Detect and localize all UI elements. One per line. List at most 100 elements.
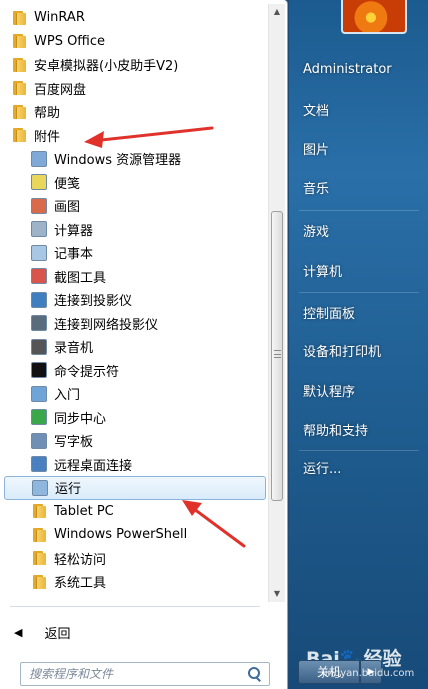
explorer-icon [30, 150, 48, 168]
program-label: 同步中心 [54, 411, 107, 427]
program-item[interactable]: 画图 [0, 194, 268, 218]
program-label: WPS Office [34, 33, 106, 49]
program-label: 录音机 [54, 341, 94, 357]
folder-icon [10, 56, 28, 74]
places-item[interactable]: 文档 [303, 100, 329, 119]
run-icon [31, 479, 49, 497]
paint-icon [30, 197, 48, 215]
user-name-link[interactable]: Administrator [303, 62, 392, 77]
getting-started-icon [30, 385, 48, 403]
divider [10, 606, 260, 607]
places-item[interactable]: 控制面板 [303, 303, 355, 322]
search-input[interactable] [21, 667, 245, 681]
program-folder[interactable]: 百度网盘 [0, 77, 268, 101]
scroll-up-arrow-icon[interactable]: ▲ [269, 4, 285, 20]
folder-icon [10, 103, 28, 121]
program-item[interactable]: 录音机 [0, 335, 268, 359]
user-avatar[interactable] [341, 0, 407, 34]
back-label: 返回 [44, 626, 71, 642]
program-label: 命令提示符 [54, 364, 120, 380]
back-arrow-icon: ◀ [14, 625, 23, 639]
program-label: 入门 [54, 388, 81, 404]
program-subfolder[interactable]: 系统工具 [0, 570, 268, 594]
program-folder[interactable]: WPS Office [0, 30, 268, 54]
program-subfolder[interactable]: Windows PowerShell [0, 523, 268, 547]
program-folder[interactable]: 帮助 [0, 100, 268, 124]
program-label: WinRAR [34, 10, 85, 26]
program-label: 安卓模拟器(小皮助手V2) [34, 59, 179, 75]
programs-panel: WinRAR WPS Office 安卓模拟器(小皮助手V2) 百度网盘帮助附件 Win… [0, 0, 288, 689]
places-item[interactable]: 默认程序 [303, 381, 355, 400]
search-box[interactable] [20, 662, 270, 686]
program-item[interactable]: 连接到网络投影仪 [0, 312, 268, 336]
program-label: Tablet PC [54, 503, 114, 519]
places-separator [299, 450, 419, 451]
program-item[interactable]: 入门 [0, 382, 268, 406]
folder-icon [10, 32, 28, 50]
program-item[interactable]: 连接到投影仪 [0, 288, 268, 312]
folder-icon [10, 79, 28, 97]
folder-icon [30, 502, 48, 520]
search-icon[interactable] [245, 665, 263, 683]
folder-icon [10, 126, 28, 144]
program-label: 系统工具 [54, 576, 107, 592]
program-item[interactable]: 便笺 [0, 171, 268, 195]
program-folder[interactable]: 附件 [0, 124, 268, 148]
places-panel: Administrator 文档图片音乐游戏计算机控制面板设备和打印机 默认程序帮助… [289, 0, 428, 689]
back-button[interactable]: ◀ 返回 [14, 620, 70, 644]
notepad-icon [30, 244, 48, 262]
places-item[interactable]: 音乐 [303, 178, 329, 197]
calculator-icon [30, 220, 48, 238]
folder-icon [10, 9, 28, 27]
program-item[interactable]: 同步中心 [0, 406, 268, 430]
programs-scrollbar[interactable]: ▲ ▼ [268, 4, 285, 602]
program-item[interactable]: 远程桌面连接 [0, 453, 268, 477]
remote-desktop-icon [30, 455, 48, 473]
program-item-run[interactable]: 运行 [4, 476, 266, 500]
program-label: 截图工具 [54, 270, 107, 286]
sound-recorder-icon [30, 338, 48, 356]
sticky-notes-icon [30, 173, 48, 191]
wordpad-icon [30, 432, 48, 450]
scroll-down-arrow-icon[interactable]: ▼ [269, 586, 285, 602]
scroll-grip-icon [274, 350, 281, 358]
places-separator [299, 210, 419, 211]
program-subfolder[interactable]: 轻松访问 [0, 547, 268, 571]
command-prompt-icon [30, 361, 48, 379]
program-label: 计算器 [54, 223, 94, 239]
program-item[interactable]: Windows 资源管理器 [0, 147, 268, 171]
places-item[interactable]: 游戏 [303, 221, 329, 240]
places-item[interactable]: 计算机 [303, 261, 342, 280]
places-item[interactable]: 帮助和支持 [303, 420, 368, 439]
places-item[interactable]: 设备和打印机 [303, 341, 381, 360]
program-label: 附件 [34, 129, 61, 145]
scroll-thumb[interactable] [271, 211, 283, 501]
program-label: 远程桌面连接 [54, 458, 133, 474]
places-separator [299, 292, 419, 293]
programs-list: WinRAR WPS Office 安卓模拟器(小皮助手V2) 百度网盘帮助附件 Win… [0, 6, 268, 594]
program-label: 写字板 [54, 435, 94, 451]
program-subfolder[interactable]: Tablet PC [0, 500, 268, 524]
snipping-tool-icon [30, 267, 48, 285]
program-folder[interactable]: 安卓模拟器(小皮助手V2) [0, 53, 268, 77]
folder-icon [30, 526, 48, 544]
baidu-watermark-url: jingyan.baidu.com [322, 668, 415, 679]
program-item[interactable]: 记事本 [0, 241, 268, 265]
program-folder[interactable]: WinRAR [0, 6, 268, 30]
program-item[interactable]: 写字板 [0, 429, 268, 453]
program-label: 帮助 [34, 106, 61, 122]
program-item[interactable]: 命令提示符 [0, 359, 268, 383]
program-label: Windows 资源管理器 [54, 153, 182, 169]
places-item[interactable]: 运行... [303, 458, 341, 477]
program-label: 百度网盘 [34, 82, 87, 98]
program-item[interactable]: 计算器 [0, 218, 268, 242]
program-item[interactable]: 截图工具 [0, 265, 268, 289]
folder-icon [30, 549, 48, 567]
places-item[interactable]: 图片 [303, 139, 329, 158]
program-label: 运行 [55, 482, 82, 498]
folder-icon [30, 573, 48, 591]
program-label: 便笺 [54, 176, 81, 192]
program-label: 画图 [54, 200, 81, 216]
program-label: 连接到网络投影仪 [54, 317, 159, 333]
program-label: 轻松访问 [54, 552, 107, 568]
